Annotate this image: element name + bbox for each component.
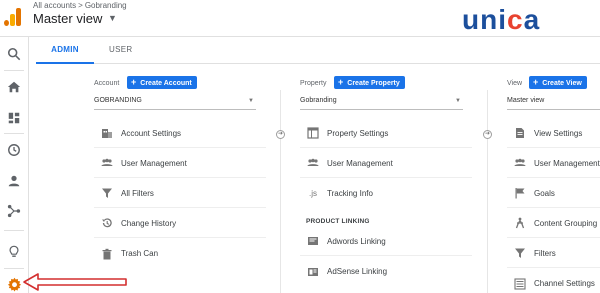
window-icon	[306, 126, 320, 140]
item-label: AdSense Linking	[327, 267, 388, 276]
item-label: User Management	[534, 158, 600, 168]
property-label: Property	[300, 80, 327, 87]
item-label: All Filters	[121, 188, 154, 198]
tab-user[interactable]: USER	[109, 37, 135, 64]
users-icon	[100, 156, 114, 170]
property-selector[interactable]: Gobranding ▼	[300, 97, 463, 110]
create-view-button[interactable]: + Create View	[529, 76, 587, 89]
breadcrumb-separator: >	[78, 1, 83, 10]
column-divider	[487, 90, 488, 293]
person-icon[interactable]	[6, 173, 22, 189]
breadcrumb-account[interactable]: Gobranding	[85, 1, 127, 10]
item-label: User Management	[327, 158, 393, 168]
item-label: Adwords Linking	[327, 236, 386, 246]
search-icon[interactable]	[6, 46, 22, 62]
nav-divider	[4, 133, 24, 134]
item-label: Content Grouping	[534, 218, 598, 228]
filter-icon	[513, 246, 527, 260]
trash-can-item[interactable]: Trash Can	[94, 239, 266, 268]
channel-icon	[513, 277, 527, 291]
account-label: Account	[94, 80, 120, 87]
caret-down-icon[interactable]: ▼	[108, 13, 117, 23]
view-selector[interactable]: Master view	[507, 97, 600, 110]
view-column: View + Create View Master view View Setti…	[507, 76, 600, 290]
lightbulb-icon[interactable]	[6, 244, 22, 260]
property-column: Property + Create Property Gobranding ▼ Pr…	[300, 76, 472, 276]
item-label: Change History	[121, 218, 177, 228]
item-label: Account Settings	[121, 128, 182, 138]
item-label: User Management	[121, 158, 187, 168]
admin-tabs: ADMIN USER	[36, 37, 600, 64]
account-column: Account + Create Account GOBRANDING ▼ Acco…	[94, 76, 266, 259]
caret-down-icon: ▼	[248, 98, 254, 104]
users-icon	[306, 156, 320, 170]
channel-settings-item[interactable]: Channel Settings	[507, 269, 600, 293]
js-icon: .js	[309, 189, 317, 198]
account-selector[interactable]: GOBRANDING ▼	[94, 97, 256, 110]
document-icon	[513, 126, 527, 140]
arrow-right-icon: ➜	[483, 130, 492, 139]
change-history-item[interactable]: Change History	[94, 209, 266, 238]
goals-item[interactable]: Goals	[507, 179, 600, 208]
view-label: View	[507, 80, 523, 87]
adwords-linking-item[interactable]: Adwords Linking	[300, 227, 472, 256]
left-nav	[0, 37, 29, 293]
create-property-button[interactable]: + Create Property	[334, 76, 405, 89]
item-label: View Settings	[534, 128, 583, 138]
unica-logo: unica	[462, 4, 541, 35]
tracking-info-item[interactable]: .js Tracking Info	[300, 179, 472, 208]
breadcrumb[interactable]: All accounts > Gobranding	[33, 1, 127, 10]
property-settings-item[interactable]: Property Settings	[300, 119, 472, 148]
customization-icon[interactable]	[6, 110, 22, 126]
annotation-arrow	[23, 273, 127, 291]
column-divider	[280, 90, 281, 293]
clock-icon[interactable]	[6, 142, 22, 158]
view-filters-item[interactable]: Filters	[507, 239, 600, 268]
item-label: Trash Can	[121, 249, 159, 258]
analytics-logo-icon[interactable]	[4, 8, 22, 26]
item-label: Channel Settings	[534, 279, 595, 288]
person-walk-icon	[513, 216, 527, 230]
view-settings-item[interactable]: View Settings	[507, 119, 600, 148]
arrow-right-icon: ➜	[276, 130, 285, 139]
acquisition-icon[interactable]	[6, 203, 22, 219]
adwords-icon	[306, 234, 320, 248]
view-user-management-item[interactable]: User Management	[507, 149, 600, 178]
item-label: Property Settings	[327, 128, 389, 138]
caret-down-icon: ▼	[455, 98, 461, 104]
content-grouping-item[interactable]: Content Grouping	[507, 209, 600, 238]
breadcrumb-all-accounts[interactable]: All accounts	[33, 1, 76, 10]
flag-icon	[513, 186, 527, 200]
gear-icon[interactable]	[6, 276, 22, 292]
account-user-management-item[interactable]: User Management	[94, 149, 266, 178]
history-icon	[100, 216, 114, 230]
item-label: Tracking Info	[327, 189, 373, 198]
nav-divider	[4, 230, 24, 231]
all-filters-item[interactable]: All Filters	[94, 179, 266, 208]
account-settings-item[interactable]: Account Settings	[94, 119, 266, 148]
create-account-button[interactable]: + Create Account	[127, 76, 197, 89]
nav-divider	[4, 268, 24, 269]
item-label: Filters	[534, 248, 556, 258]
nav-divider	[4, 70, 24, 71]
filter-icon	[100, 186, 114, 200]
users-icon	[513, 156, 527, 170]
home-icon[interactable]	[6, 79, 22, 95]
building-icon	[100, 126, 114, 140]
top-bar: All accounts > Gobranding Master view ▼ un…	[0, 0, 600, 37]
adsense-linking-item[interactable]: AdSense Linking	[300, 257, 472, 286]
product-linking-heading: PRODUCT LINKING	[306, 218, 370, 225]
adsense-icon	[306, 265, 320, 279]
property-user-management-item[interactable]: User Management	[300, 149, 472, 178]
trash-icon	[100, 247, 114, 261]
item-label: Goals	[534, 188, 555, 198]
view-selector-title[interactable]: Master view	[33, 11, 102, 26]
tab-admin[interactable]: ADMIN	[36, 37, 94, 64]
